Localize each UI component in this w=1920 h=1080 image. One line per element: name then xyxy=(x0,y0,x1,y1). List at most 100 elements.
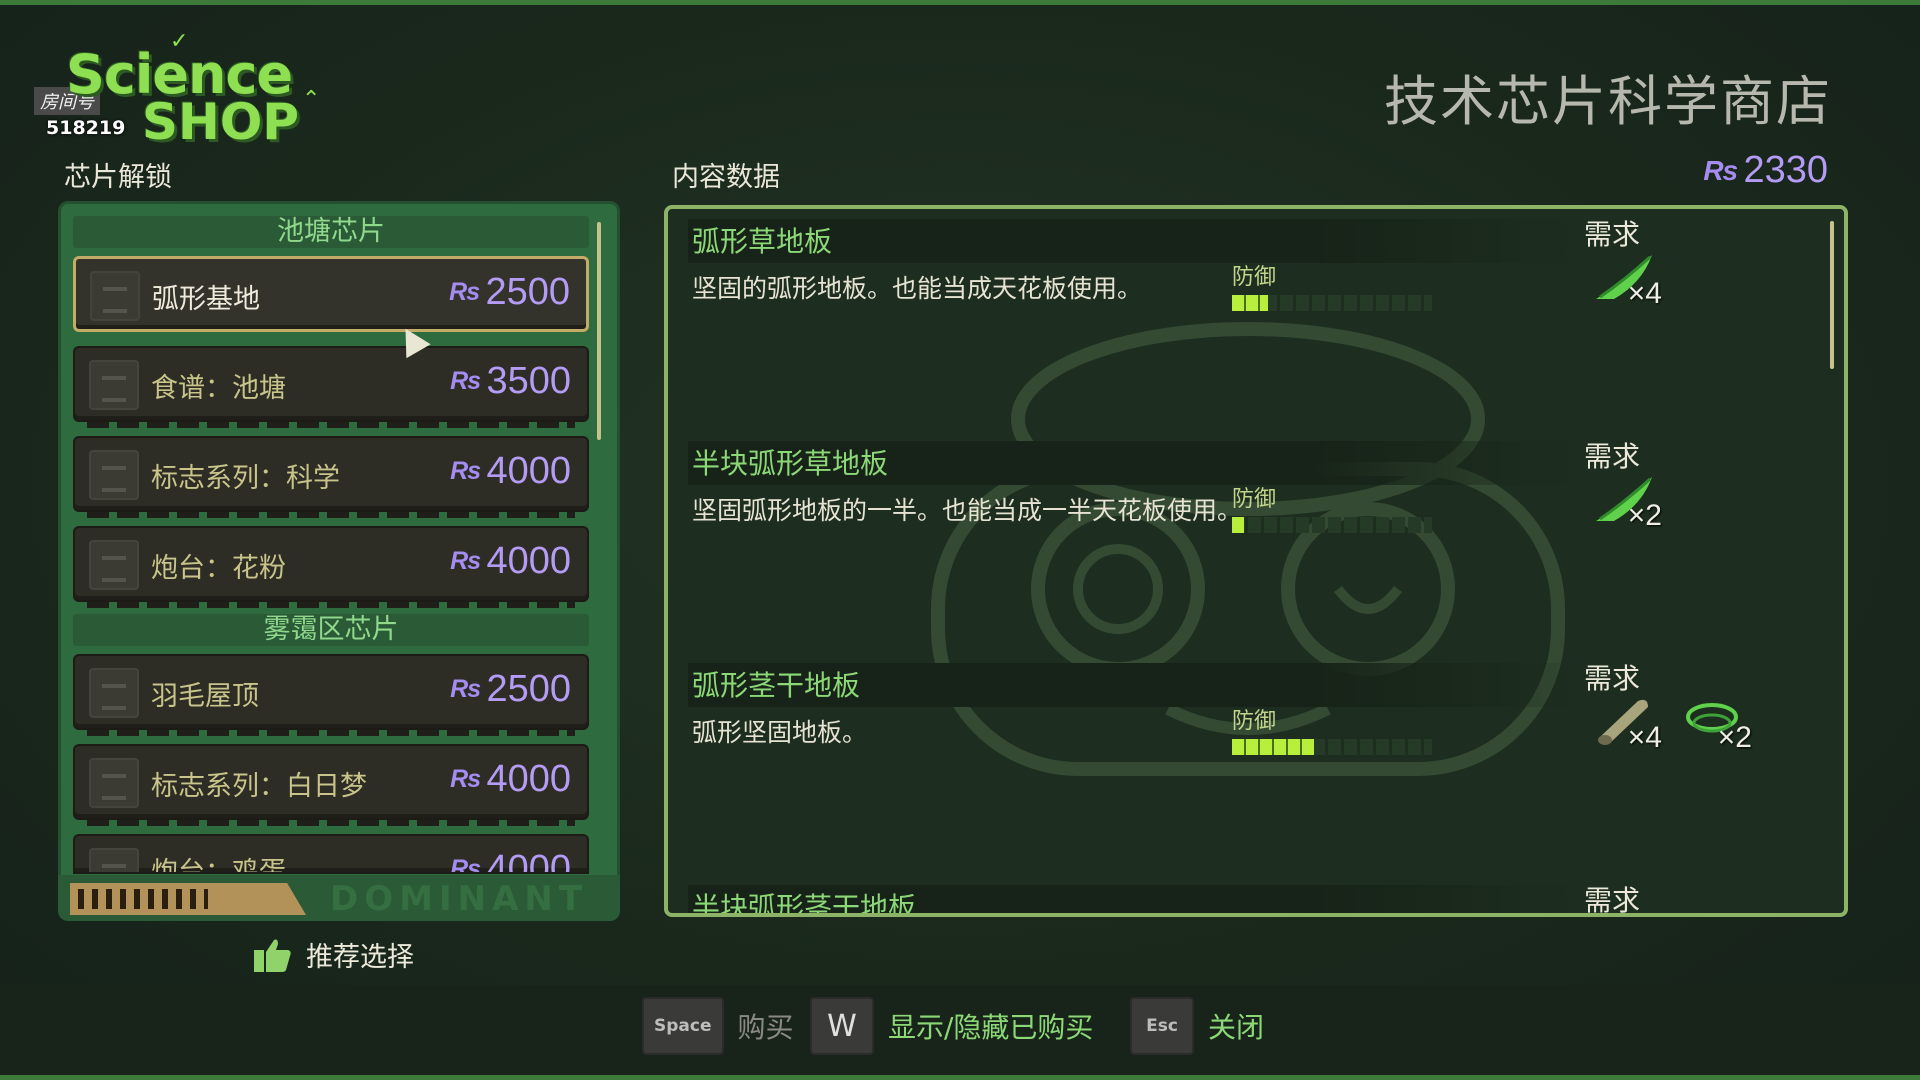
divider xyxy=(87,422,575,428)
chip-unlock-label: 芯片解锁 xyxy=(64,162,172,193)
unlock-progress-bar xyxy=(70,883,306,915)
key-space: Space xyxy=(642,997,724,1055)
hint-toggle-purchased[interactable]: W 显示/隐藏已购买 xyxy=(810,997,1093,1055)
recommend-toggle[interactable]: 推荐选择 xyxy=(252,935,414,974)
logo-spark-icon: ⌃ xyxy=(302,87,321,112)
category-header: 雾霭区芯片 xyxy=(73,614,589,646)
chip-name: 弧形基地 xyxy=(152,284,260,315)
hint-label: 购买 xyxy=(737,1011,794,1044)
key-w: W xyxy=(810,997,874,1055)
defense-fill xyxy=(1232,739,1314,755)
game-screen: 房间号 518219 ✓ ⌃ Science SHOP 技术芯片科学商店 芯片解… xyxy=(0,0,1920,1080)
defense-stat: 防御 xyxy=(1232,703,1432,755)
requirement-list: ×4 xyxy=(1594,253,1662,311)
defense-fill xyxy=(1232,517,1244,533)
chip-name: 羽毛屋顶 xyxy=(151,681,259,712)
chip-item[interactable]: 羽毛屋顶 ₨ 2500 xyxy=(73,654,589,736)
raw-science-icon: ₨ xyxy=(449,278,480,306)
shop-title: 技术芯片科学商店 xyxy=(1384,70,1832,133)
divider xyxy=(87,820,575,826)
control-hints-bar: Space 购买 W 显示/隐藏已购买 Esc 关闭 xyxy=(0,985,1920,1075)
requirement-item: ×4 xyxy=(1594,253,1662,311)
chip-price: ₨ 4000 xyxy=(450,758,571,801)
chip-item[interactable]: 炮台：花粉 ₨ 4000 xyxy=(73,526,589,608)
requirement-qty: ×4 xyxy=(1627,277,1662,310)
key-esc: Esc xyxy=(1130,997,1194,1055)
entry-description: 坚固弧形地板的一半。也能当成一半天花板使用。 xyxy=(692,496,1243,525)
progress-ticks xyxy=(78,889,208,909)
science-shop-logo: ✓ ⌃ Science SHOP xyxy=(60,29,330,153)
entry-description: 弧形坚固地板。 xyxy=(692,718,868,747)
chip-thumbnail-icon xyxy=(89,758,139,808)
requirement-item: ×2 xyxy=(1684,697,1752,755)
chip-price-value: 4000 xyxy=(486,848,571,874)
chip-panel-footer: DOMINANT xyxy=(58,875,620,921)
chip-thumbnail-icon xyxy=(89,450,139,500)
content-entry: 弧形草地板 坚固的弧形地板。也能当成天花板使用。 防御 需求 ×4 xyxy=(688,218,1828,439)
requirement-label: 需求 xyxy=(1584,218,1641,251)
chip-price-value: 4000 xyxy=(486,450,571,492)
chip-price-value: 4000 xyxy=(486,540,571,582)
chip-price-value: 2500 xyxy=(485,271,570,313)
raw-science-icon: ₨ xyxy=(450,765,481,793)
entry-title: 弧形草地板 xyxy=(688,219,1584,263)
chip-name: 炮台：鸡蛋 xyxy=(151,857,286,874)
panel-watermark: DOMINANT xyxy=(330,879,589,919)
hint-label: 关闭 xyxy=(1208,1011,1265,1044)
content-entry: 半块弧形茎干地板 需求 xyxy=(688,884,1828,913)
chip-thumbnail-icon xyxy=(89,540,139,590)
requirement-item: ×4 xyxy=(1594,697,1662,755)
chip-item[interactable]: 标志系列：科学 ₨ 4000 xyxy=(73,436,589,518)
chip-price: ₨ 3500 xyxy=(450,360,571,403)
recommend-label: 推荐选择 xyxy=(306,942,414,973)
chip-item[interactable]: 标志系列：白日梦 ₨ 4000 xyxy=(73,744,589,826)
defense-bar xyxy=(1232,517,1432,533)
chip-name: 标志系列：白日梦 xyxy=(151,771,367,802)
defense-stat: 防御 xyxy=(1232,259,1432,311)
requirement-label: 需求 xyxy=(1584,884,1641,917)
entry-title: 半块弧形草地板 xyxy=(688,441,1584,485)
entry-description: 坚固的弧形地板。也能当成天花板使用。 xyxy=(692,274,1143,303)
entry-title: 弧形茎干地板 xyxy=(688,663,1584,707)
content-data-panel: 弧形草地板 坚固的弧形地板。也能当成天花板使用。 防御 需求 ×4 半块弧形草地… xyxy=(664,205,1848,917)
hint-close[interactable]: Esc 关闭 xyxy=(1130,997,1264,1055)
content-scrollbar[interactable] xyxy=(1830,221,1834,369)
requirement-item: ×2 xyxy=(1594,475,1662,533)
raw-science-icon: ₨ xyxy=(450,457,481,485)
divider xyxy=(87,602,575,608)
content-data-label: 内容数据 xyxy=(672,162,780,193)
chip-price: ₨ 4000 xyxy=(450,540,571,583)
chip-list-scrollbar[interactable] xyxy=(597,222,601,440)
content-entry: 弧形茎干地板 弧形坚固地板。 防御 需求 ×4 ×2 xyxy=(688,662,1828,883)
raw-science-icon: ₨ xyxy=(1703,154,1738,186)
chip-name: 标志系列：科学 xyxy=(151,463,340,494)
chip-price-value: 3500 xyxy=(486,360,571,402)
logo-text-shop: SHOP xyxy=(142,93,300,151)
chip-price: ₨ 2500 xyxy=(449,271,570,314)
divider xyxy=(87,512,575,518)
requirement-label: 需求 xyxy=(1584,440,1641,473)
chip-price: ₨ 2500 xyxy=(450,668,571,711)
chip-item[interactable]: 炮台：鸡蛋 ₨ 4000 xyxy=(73,834,589,874)
category-header: 池塘芯片 xyxy=(73,216,589,248)
currency-value: 2330 xyxy=(1743,149,1828,191)
raw-science-icon: ₨ xyxy=(450,675,481,703)
chip-name: 食谱：池塘 xyxy=(151,373,286,404)
defense-stat: 防御 xyxy=(1232,481,1432,533)
chip-item[interactable]: 弧形基地 ₨ 2500 xyxy=(73,256,589,332)
chip-item[interactable]: 食谱：池塘 ₨ 3500 xyxy=(73,346,589,428)
chip-price: ₨ 4000 xyxy=(450,450,571,493)
requirement-list: ×4 ×2 xyxy=(1594,697,1752,755)
currency-display: ₨ 2330 xyxy=(1703,149,1828,192)
defense-bar xyxy=(1232,295,1432,311)
defense-label: 防御 xyxy=(1232,709,1277,734)
chip-price-value: 2500 xyxy=(486,668,571,710)
requirement-label: 需求 xyxy=(1584,662,1641,695)
hint-buy[interactable]: Space 购买 xyxy=(642,997,794,1055)
raw-science-icon: ₨ xyxy=(450,367,481,395)
chip-price: ₨ 4000 xyxy=(450,848,571,874)
chip-thumbnail-icon xyxy=(89,848,139,872)
hint-label: 显示/隐藏已购买 xyxy=(888,1011,1094,1044)
chip-name: 炮台：花粉 xyxy=(151,553,286,584)
entry-title: 半块弧形茎干地板 xyxy=(688,885,1584,913)
